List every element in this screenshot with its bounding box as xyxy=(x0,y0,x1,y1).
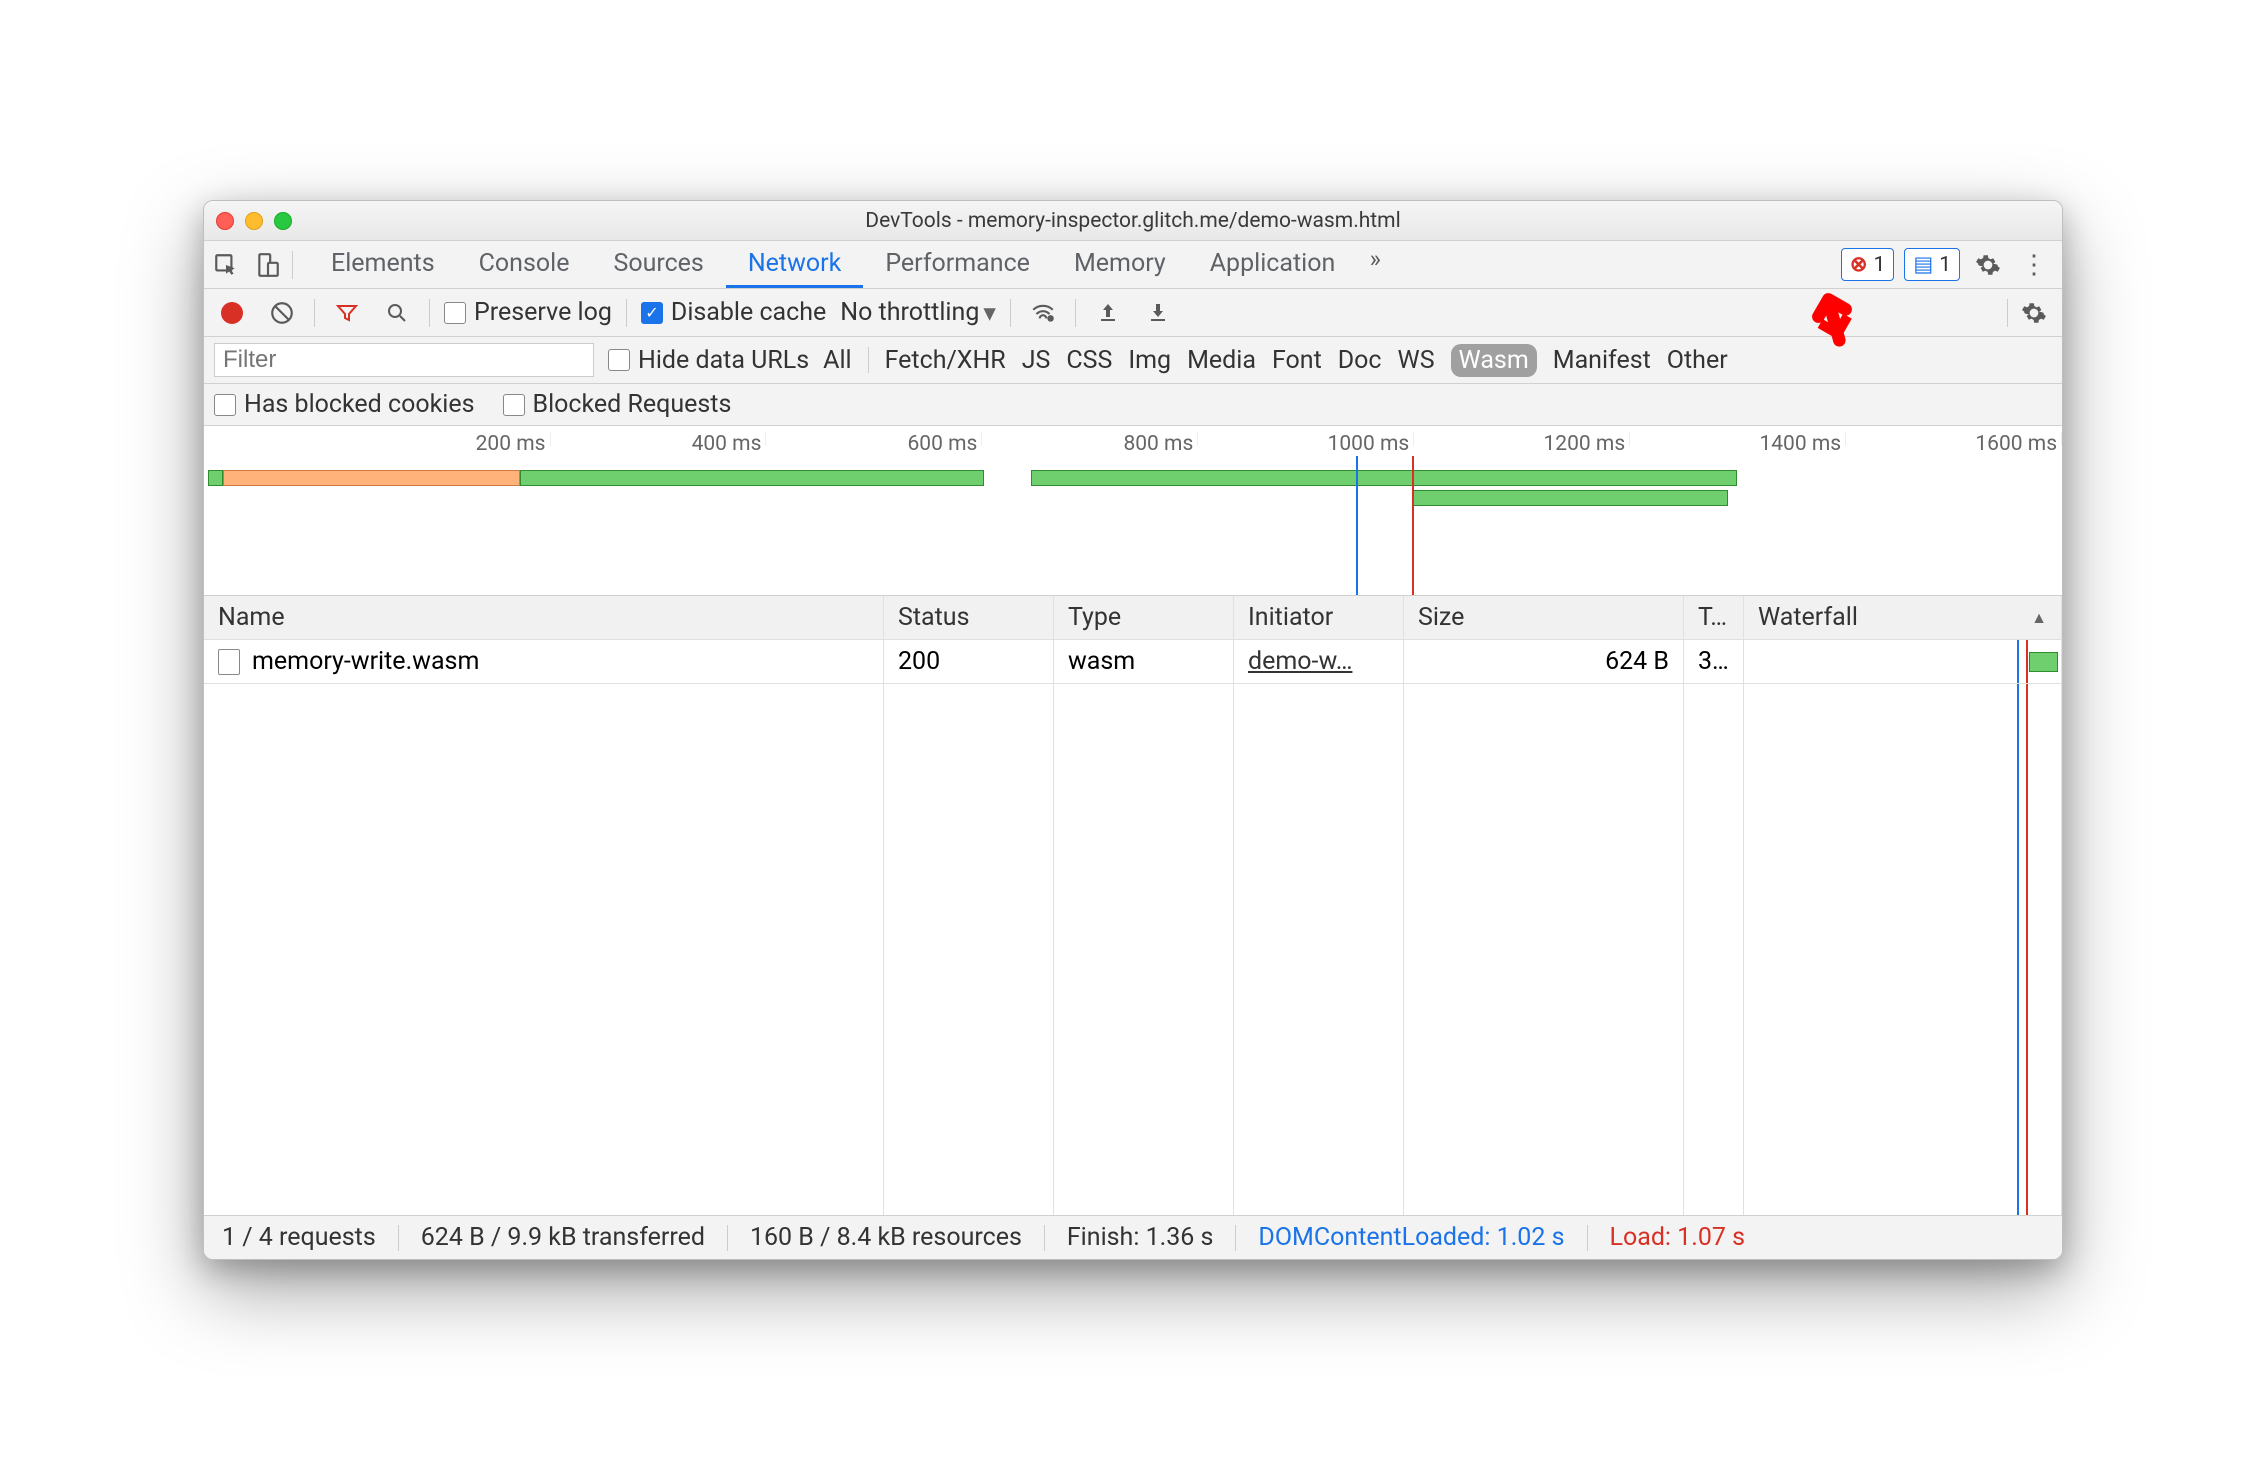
message-icon: ▤ xyxy=(1913,252,1933,277)
cell-time: 3… xyxy=(1684,640,1744,683)
panel-tabs: Elements Console Sources Network Perform… xyxy=(309,241,1393,288)
tab-console[interactable]: Console xyxy=(457,241,592,288)
tab-sources[interactable]: Sources xyxy=(591,241,725,288)
tab-memory[interactable]: Memory xyxy=(1052,241,1188,288)
inspect-element-icon[interactable] xyxy=(208,247,244,283)
table-header: Name Status Type Initiator Size T… Water… xyxy=(204,596,2062,640)
type-filter-font[interactable]: Font xyxy=(1272,346,1322,375)
type-filter-img[interactable]: Img xyxy=(1128,346,1171,375)
export-har-icon[interactable] xyxy=(1140,295,1176,331)
messages-badge[interactable]: ▤ 1 xyxy=(1904,248,1960,281)
type-filter-css[interactable]: CSS xyxy=(1066,346,1112,375)
table-row[interactable]: memory-write.wasm 200 wasm demo-w… 624 B… xyxy=(204,640,2062,684)
status-transferred: 624 B / 9.9 kB transferred xyxy=(421,1223,705,1252)
zoom-window-button[interactable] xyxy=(274,212,292,230)
window-title: DevTools - memory-inspector.glitch.me/de… xyxy=(204,209,2062,233)
filter-bar-row2: Has blocked cookies Blocked Requests xyxy=(204,384,2062,426)
errors-count: 1 xyxy=(1874,253,1886,277)
kebab-menu-icon[interactable]: ⋮ xyxy=(2016,247,2052,283)
cell-name: memory-write.wasm xyxy=(252,647,479,676)
dcl-line xyxy=(1356,456,1358,595)
main-tabstrip: Elements Console Sources Network Perform… xyxy=(204,241,2062,289)
cell-initiator[interactable]: demo-w… xyxy=(1248,647,1352,676)
table-empty-area xyxy=(204,684,2062,1215)
separator xyxy=(292,251,293,279)
traffic-lights xyxy=(216,212,292,230)
cell-size: 624 B xyxy=(1404,640,1684,683)
status-bar: 1 / 4 requests 624 B / 9.9 kB transferre… xyxy=(204,1215,2062,1259)
status-load: Load: 1.07 s xyxy=(1610,1223,1746,1252)
import-har-icon[interactable] xyxy=(1090,295,1126,331)
network-toolbar: Preserve log ✓Disable cache No throttlin… xyxy=(204,289,2062,337)
type-filter-js[interactable]: JS xyxy=(1022,346,1051,375)
network-settings-icon[interactable] xyxy=(2016,295,2052,331)
sort-indicator-icon: ▲ xyxy=(2031,608,2047,628)
cell-waterfall xyxy=(1744,640,2062,683)
separator xyxy=(1075,299,1076,327)
type-filter-wasm[interactable]: Wasm xyxy=(1451,344,1537,377)
settings-icon[interactable] xyxy=(1970,247,2006,283)
chevron-down-icon: ▾ xyxy=(983,298,996,328)
col-status[interactable]: Status xyxy=(884,596,1054,639)
blocked-requests-checkbox[interactable]: Blocked Requests xyxy=(503,390,732,419)
type-filter-media[interactable]: Media xyxy=(1187,346,1256,375)
col-initiator[interactable]: Initiator xyxy=(1234,596,1404,639)
preserve-log-checkbox[interactable]: Preserve log xyxy=(444,298,612,327)
type-filter-all[interactable]: All xyxy=(823,346,851,375)
status-resources: 160 B / 8.4 kB resources xyxy=(750,1223,1022,1252)
type-filters: All Fetch/XHR JS CSS Img Media Font Doc … xyxy=(823,344,1728,377)
type-filter-fetch[interactable]: Fetch/XHR xyxy=(885,346,1006,375)
titlebar: DevTools - memory-inspector.glitch.me/de… xyxy=(204,201,2062,241)
col-size[interactable]: Size xyxy=(1404,596,1684,639)
type-filter-manifest[interactable]: Manifest xyxy=(1553,346,1651,375)
network-conditions-icon[interactable] xyxy=(1025,295,1061,331)
throttling-select[interactable]: No throttling ▾ xyxy=(840,298,996,328)
col-type[interactable]: Type xyxy=(1054,596,1234,639)
filter-icon[interactable] xyxy=(329,295,365,331)
separator xyxy=(626,299,627,327)
load-line xyxy=(1412,456,1414,595)
tab-performance[interactable]: Performance xyxy=(863,241,1052,288)
errors-badge[interactable]: ⊗ 1 xyxy=(1841,248,1894,281)
device-toolbar-icon[interactable] xyxy=(250,247,286,283)
cell-status: 200 xyxy=(884,640,1054,683)
blocked-cookies-checkbox[interactable]: Has blocked cookies xyxy=(214,390,475,419)
file-icon xyxy=(218,649,240,675)
col-waterfall[interactable]: Waterfall ▲ xyxy=(1744,596,2062,639)
filter-bar: Hide data URLs All Fetch/XHR JS CSS Img … xyxy=(204,337,2062,384)
devtools-window: DevTools - memory-inspector.glitch.me/de… xyxy=(203,200,2063,1260)
close-window-button[interactable] xyxy=(216,212,234,230)
disable-cache-checkbox[interactable]: ✓Disable cache xyxy=(641,298,826,327)
type-filter-other[interactable]: Other xyxy=(1667,346,1728,375)
status-requests: 1 / 4 requests xyxy=(222,1223,376,1252)
status-finish: Finish: 1.36 s xyxy=(1067,1223,1214,1252)
messages-count: 1 xyxy=(1939,253,1951,277)
col-time[interactable]: T… xyxy=(1684,596,1744,639)
minimize-window-button[interactable] xyxy=(245,212,263,230)
filter-input[interactable] xyxy=(214,343,594,377)
status-dcl: DOMContentLoaded: 1.02 s xyxy=(1258,1223,1564,1252)
separator xyxy=(429,299,430,327)
type-filter-ws[interactable]: WS xyxy=(1398,346,1435,375)
tab-network[interactable]: Network xyxy=(726,241,863,288)
more-tabs-icon[interactable]: » xyxy=(1357,241,1393,277)
type-filter-doc[interactable]: Doc xyxy=(1338,346,1382,375)
hide-data-urls-checkbox[interactable]: Hide data URLs xyxy=(608,346,809,375)
record-button[interactable] xyxy=(214,295,250,331)
separator xyxy=(2007,299,2008,327)
cell-type: wasm xyxy=(1054,640,1234,683)
overview-timeline[interactable]: 200 ms 400 ms 600 ms 800 ms 1000 ms 1200… xyxy=(204,426,2062,596)
search-icon[interactable] xyxy=(379,295,415,331)
separator xyxy=(1010,299,1011,327)
error-icon: ⊗ xyxy=(1850,252,1868,277)
tab-elements[interactable]: Elements xyxy=(309,241,457,288)
requests-table: Name Status Type Initiator Size T… Water… xyxy=(204,596,2062,1215)
separator xyxy=(314,299,315,327)
col-name[interactable]: Name xyxy=(204,596,884,639)
tab-application[interactable]: Application xyxy=(1188,241,1358,288)
clear-button[interactable] xyxy=(264,295,300,331)
